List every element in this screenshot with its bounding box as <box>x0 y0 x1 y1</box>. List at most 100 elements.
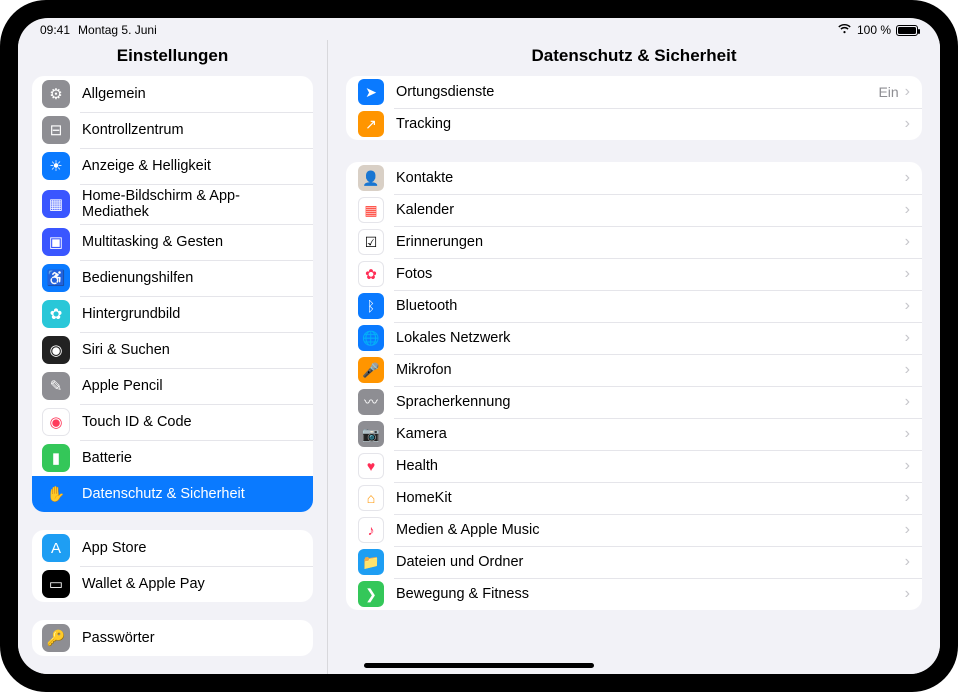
sidebar-item-label: Passwörter <box>82 630 155 646</box>
detail-scroll[interactable]: ➤OrtungsdiensteEin›↗Tracking›👤Kontakte›▦… <box>328 76 940 674</box>
sidebar-scroll[interactable]: ⚙ Allgemein ⊟Kontrollzentrum☀Anzeige & Hel… <box>18 76 327 674</box>
detail-item-label: Kalender <box>396 202 905 218</box>
chevron-right-icon: › <box>905 490 910 506</box>
status-date: Montag 5. Juni <box>78 23 157 37</box>
sidebar-item-battery[interactable]: ▮Batterie <box>32 440 313 476</box>
general-icon: ⚙ <box>42 80 70 108</box>
sidebar-item-label: Bedienungshilfen <box>82 270 193 286</box>
sidebar-item-label: Allgemein <box>82 86 146 102</box>
sidebar-item-accessibility[interactable]: ♿ Bedienungshilfen <box>32 260 313 296</box>
detail-item-label: Kamera <box>396 426 905 442</box>
detail-item-photos[interactable]: ✿ Fotos› <box>346 258 922 290</box>
battery-text: 100 % <box>857 23 891 37</box>
contacts-icon: 👤 <box>358 165 384 191</box>
sidebar-item-siri[interactable]: ◉Siri & Suchen <box>32 332 313 368</box>
chevron-right-icon: › <box>905 234 910 250</box>
detail-item-homekit[interactable]: ⌂ HomeKit› <box>346 482 922 514</box>
home-indicator[interactable] <box>364 663 594 668</box>
split-view: Einstellungen ⚙Allgemein⊟Kontrollzentrum… <box>18 40 940 674</box>
photos-icon: ✿ <box>358 261 384 287</box>
display-icon: ☀ <box>42 152 70 180</box>
detail-item-label: Ortungsdienste <box>396 84 878 100</box>
sidebar-group: ⚙ Allgemein ⊟Kontrollzentrum☀Anzeige & Hel… <box>32 76 313 512</box>
sidebar-item-label: App Store <box>82 540 147 556</box>
detail-item-reminders[interactable]: ☑Erinnerungen› <box>346 226 922 258</box>
camera-icon: 📷 <box>358 421 384 447</box>
sidebar-item-label: Batterie <box>82 450 132 466</box>
location-icon: ➤ <box>358 79 384 105</box>
sidebar-item-home-screen[interactable]: ▦Home-Bildschirm & App-Mediathek <box>32 184 313 224</box>
chevron-right-icon: › <box>905 298 910 314</box>
detail-item-label: Health <box>396 458 905 474</box>
detail-item-files[interactable]: 📁Dateien und Ordner› <box>346 546 922 578</box>
detail-item-tracking[interactable]: ↗Tracking› <box>346 108 922 140</box>
detail-item-label: HomeKit <box>396 490 905 506</box>
detail-item-label: Bewegung & Fitness <box>396 586 905 602</box>
sidebar-item-control-center[interactable]: ⊟Kontrollzentrum <box>32 112 313 148</box>
status-bar: 09:41 Montag 5. Juni 100 % <box>18 18 940 40</box>
screen: 09:41 Montag 5. Juni 100 % Einstellungen… <box>18 18 940 674</box>
files-icon: 📁 <box>358 549 384 575</box>
detail-item-motion[interactable]: ❯Bewegung & Fitness› <box>346 578 922 610</box>
passwords-icon: 🔑 <box>42 624 70 652</box>
chevron-right-icon: › <box>905 522 910 538</box>
detail-item-label: Spracherkennung <box>396 394 905 410</box>
sidebar-item-privacy[interactable]: ✋Datenschutz & Sicherheit <box>32 476 313 512</box>
sidebar-item-general[interactable]: ⚙ Allgemein <box>32 76 313 112</box>
chevron-right-icon: › <box>905 330 910 346</box>
settings-sidebar: Einstellungen ⚙Allgemein⊟Kontrollzentrum… <box>18 40 328 674</box>
localnet-icon: 🌐 <box>358 325 384 351</box>
detail-item-label: Fotos <box>396 266 905 282</box>
chevron-right-icon: › <box>905 362 910 378</box>
chevron-right-icon: › <box>905 394 910 410</box>
detail-group: 👤Kontakte›▦Kalender›☑Erinnerungen›✿Fotos… <box>346 162 922 610</box>
device-frame: 09:41 Montag 5. Juni 100 % Einstellungen… <box>0 0 958 692</box>
battery-icon <box>896 25 918 36</box>
sidebar-item-wallpaper[interactable]: ✿Hintergrundbild <box>32 296 313 332</box>
detail-pane: Datenschutz & Sicherheit ➤ Ortungsdienste… <box>328 40 940 674</box>
detail-item-speech[interactable]: 〰 Spracherkennung› <box>346 386 922 418</box>
wallet-icon: ▭ <box>42 570 70 598</box>
detail-item-media[interactable]: ♪ Medien & Apple Music› <box>346 514 922 546</box>
detail-item-label: Kontakte <box>396 170 905 186</box>
chevron-right-icon: › <box>905 426 910 442</box>
detail-item-label: Mikrofon <box>396 362 905 378</box>
sidebar-item-apple-pencil[interactable]: ✎Apple Pencil <box>32 368 313 404</box>
sidebar-item-wallet[interactable]: ▭Wallet & Apple Pay <box>32 566 313 602</box>
homekit-icon: ⌂ <box>358 485 384 511</box>
chevron-right-icon: › <box>905 202 910 218</box>
detail-item-health[interactable]: ♥Health› <box>346 450 922 482</box>
wifi-icon <box>837 23 852 37</box>
sidebar-item-label: Apple Pencil <box>82 378 163 394</box>
chevron-right-icon: › <box>905 266 910 282</box>
detail-title: Datenschutz & Sicherheit <box>328 40 940 76</box>
reminders-icon: ☑ <box>358 229 384 255</box>
detail-item-label: Medien & Apple Music <box>396 522 905 538</box>
detail-item-location[interactable]: ➤OrtungsdiensteEin› <box>346 76 922 108</box>
chevron-right-icon: › <box>905 116 910 132</box>
sidebar-item-multitasking[interactable]: ▣Multitasking & Gesten <box>32 224 313 260</box>
detail-item-value: Ein <box>878 84 898 100</box>
detail-item-camera[interactable]: 📷 Kamera› <box>346 418 922 450</box>
sidebar-item-passwords[interactable]: 🔑 Passwörter <box>32 620 313 656</box>
calendar-icon: ▦ <box>358 197 384 223</box>
sidebar-item-label: Touch ID & Code <box>82 414 192 430</box>
sidebar-group: AApp Store▭Wallet & Apple Pay <box>32 530 313 602</box>
wallpaper-icon: ✿ <box>42 300 70 328</box>
accessibility-icon: ♿ <box>42 264 70 292</box>
detail-item-contacts[interactable]: 👤Kontakte› <box>346 162 922 194</box>
sidebar-item-label: Datenschutz & Sicherheit <box>82 486 245 502</box>
health-icon: ♥ <box>358 453 384 479</box>
home-screen-icon: ▦ <box>42 190 70 218</box>
speech-icon: 〰 <box>358 389 384 415</box>
sidebar-item-appstore[interactable]: AApp Store <box>32 530 313 566</box>
detail-item-label: Bluetooth <box>396 298 905 314</box>
detail-item-label: Dateien und Ordner <box>396 554 905 570</box>
detail-item-bluetooth[interactable]: ᛒBluetooth› <box>346 290 922 322</box>
sidebar-item-display[interactable]: ☀Anzeige & Helligkeit <box>32 148 313 184</box>
sidebar-item-touchid[interactable]: ◉Touch ID & Code <box>32 404 313 440</box>
detail-item-localnet[interactable]: 🌐Lokales Netzwerk› <box>346 322 922 354</box>
media-icon: ♪ <box>358 517 384 543</box>
detail-item-calendar[interactable]: ▦ Kalender› <box>346 194 922 226</box>
detail-item-microphone[interactable]: 🎤Mikrofon› <box>346 354 922 386</box>
